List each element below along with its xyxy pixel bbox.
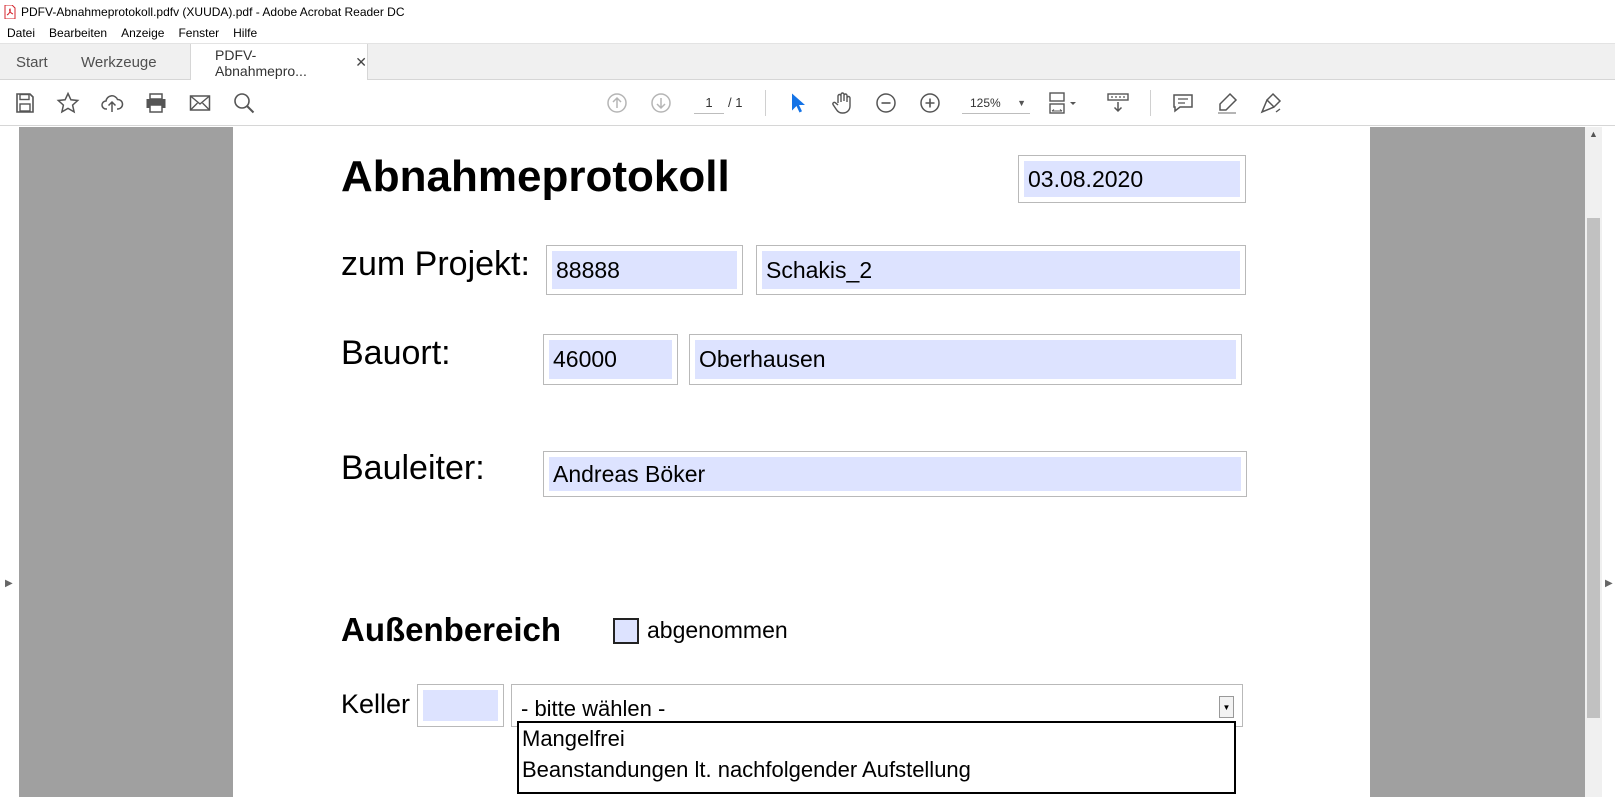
date-field-value: 03.08.2020 bbox=[1024, 161, 1240, 197]
scroll-mode-icon[interactable] bbox=[1106, 91, 1130, 115]
tab-document-label: PDFV-Abnahmepro... bbox=[215, 46, 307, 79]
tab-bar: Start Werkzeuge PDFV-Abnahmepro... ✕ bbox=[0, 43, 1615, 81]
project-label: zum Projekt: bbox=[341, 245, 530, 283]
menu-bar: Datei Bearbeiten Anzeige Fenster Hilfe bbox=[0, 23, 1615, 43]
title-bar: PDFV-Abnahmeprotokoll.pdfv (XUUDA).pdf -… bbox=[0, 0, 1615, 23]
section-title: Außenbereich bbox=[341, 611, 562, 648]
tab-werkzeuge[interactable]: Werkzeuge bbox=[81, 44, 157, 80]
tab-document[interactable]: PDFV-Abnahmepro... ✕ bbox=[190, 44, 368, 81]
dropdown-option-mangelfrei[interactable]: Mangelfrei bbox=[519, 723, 1234, 754]
keller-input-value bbox=[423, 690, 498, 721]
expand-left-pane-icon[interactable]: ▶ bbox=[5, 578, 13, 589]
sign-icon[interactable] bbox=[1259, 91, 1283, 115]
keller-input[interactable] bbox=[417, 684, 504, 727]
highlight-icon[interactable] bbox=[1215, 91, 1239, 115]
zoom-out-icon[interactable] bbox=[874, 91, 898, 115]
project-name-value: Schakis_2 bbox=[762, 251, 1240, 289]
toolbar-divider bbox=[1150, 90, 1151, 116]
select-cursor-icon[interactable] bbox=[786, 91, 810, 115]
menu-fenster[interactable]: Fenster bbox=[178, 26, 219, 40]
save-icon[interactable] bbox=[13, 91, 37, 115]
project-name-field[interactable]: Schakis_2 bbox=[756, 245, 1246, 295]
zoom-in-icon[interactable] bbox=[918, 91, 942, 115]
tab-start[interactable]: Start bbox=[16, 44, 48, 80]
hand-icon[interactable] bbox=[830, 91, 854, 115]
search-icon[interactable] bbox=[232, 91, 256, 115]
page-down-icon[interactable] bbox=[649, 91, 673, 115]
accepted-label: abgenommen bbox=[647, 617, 788, 643]
cloud-upload-icon[interactable] bbox=[100, 91, 124, 115]
expand-right-pane-icon[interactable]: ▶ bbox=[1605, 578, 1613, 589]
site-label: Bauort: bbox=[341, 334, 451, 372]
keller-dropdown-list: Mangelfrei Beanstandungen lt. nachfolgen… bbox=[517, 721, 1236, 794]
zoom-level-select[interactable]: 125% ▼ bbox=[962, 92, 1030, 114]
keller-label: Keller bbox=[341, 689, 411, 719]
page-total: / 1 bbox=[728, 95, 743, 110]
menu-bearbeiten[interactable]: Bearbeiten bbox=[49, 26, 107, 40]
vertical-scrollbar[interactable]: ▲ bbox=[1585, 127, 1602, 797]
chevron-down-icon[interactable]: ▼ bbox=[1219, 696, 1234, 718]
zoom-level-value: 125% bbox=[970, 95, 1001, 110]
site-city-value: Oberhausen bbox=[695, 340, 1236, 379]
site-zip-value: 46000 bbox=[549, 340, 672, 379]
form-title: Abnahmeprotokoll bbox=[341, 152, 730, 201]
keller-select-value: - bitte wählen - bbox=[521, 696, 666, 721]
dropdown-option-beanstandungen[interactable]: Beanstandungen lt. nachfolgender Aufstel… bbox=[519, 754, 1234, 785]
email-icon[interactable] bbox=[188, 91, 212, 115]
pdf-page: Abnahmeprotokoll 03.08.2020 zum Projekt:… bbox=[233, 127, 1370, 797]
menu-hilfe[interactable]: Hilfe bbox=[233, 26, 257, 40]
comment-icon[interactable] bbox=[1171, 91, 1195, 115]
print-icon[interactable] bbox=[144, 91, 168, 115]
scroll-up-icon[interactable]: ▲ bbox=[1589, 129, 1598, 139]
chevron-down-icon: ▼ bbox=[1017, 97, 1026, 108]
menu-anzeige[interactable]: Anzeige bbox=[121, 26, 164, 40]
site-city-field[interactable]: Oberhausen bbox=[689, 334, 1242, 385]
toolbar-divider bbox=[765, 90, 766, 116]
toolbar: 1 / 1 125% ▼ bbox=[0, 80, 1615, 126]
right-pane-toggle[interactable]: ▶ bbox=[1602, 127, 1615, 797]
menu-datei[interactable]: Datei bbox=[7, 26, 35, 40]
window-title: PDFV-Abnahmeprotokoll.pdfv (XUUDA).pdf -… bbox=[21, 4, 405, 19]
manager-value: Andreas Böker bbox=[549, 457, 1241, 491]
left-pane-toggle[interactable]: ▶ bbox=[0, 127, 19, 797]
document-viewer: ▶ Abnahmeprotokoll 03.08.2020 zum Projek… bbox=[0, 127, 1615, 797]
page-up-icon[interactable] bbox=[605, 91, 629, 115]
page-number-input[interactable]: 1 bbox=[694, 92, 724, 114]
project-number-field[interactable]: 88888 bbox=[546, 245, 743, 295]
pdf-app-icon bbox=[4, 4, 16, 19]
accepted-checkbox[interactable] bbox=[613, 618, 639, 644]
close-tab-icon[interactable]: ✕ bbox=[355, 54, 367, 71]
manager-field[interactable]: Andreas Böker bbox=[543, 451, 1247, 497]
date-field[interactable]: 03.08.2020 bbox=[1018, 155, 1246, 203]
page-display-icon[interactable] bbox=[1047, 91, 1083, 115]
scrollbar-thumb[interactable] bbox=[1587, 218, 1600, 718]
site-zip-field[interactable]: 46000 bbox=[543, 334, 678, 385]
bookmark-star-icon[interactable] bbox=[56, 91, 80, 115]
manager-label: Bauleiter: bbox=[341, 449, 485, 487]
project-number-value: 88888 bbox=[552, 251, 737, 289]
